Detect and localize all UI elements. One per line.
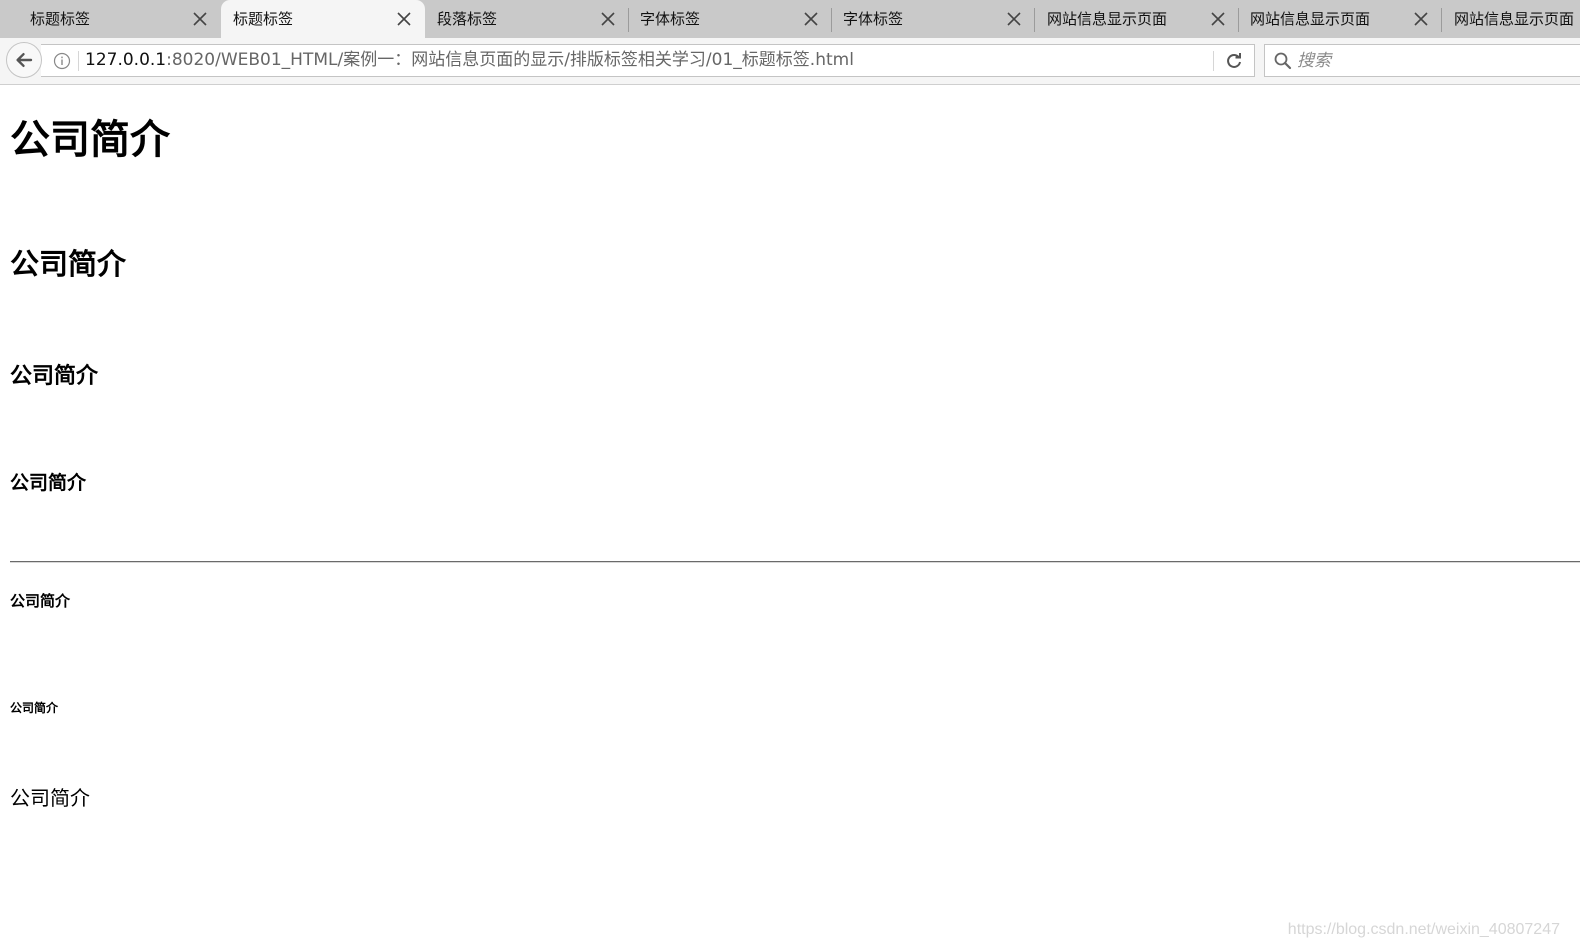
url-path: :8020/WEB01_HTML/案例一：网站信息页面的显示/排版标签相关学习/…: [166, 50, 854, 70]
tab-label: 标题标签: [233, 10, 294, 28]
plain-text: 公司简介: [10, 786, 90, 810]
tab-separator: [1441, 8, 1442, 32]
close-icon[interactable]: [1413, 11, 1429, 27]
close-icon[interactable]: [1210, 11, 1226, 27]
watermark: https://blog.csdn.net/weixin_40807247: [1287, 921, 1560, 938]
search-bar[interactable]: [1264, 44, 1580, 77]
tab-label: 网站信息显示页面: [1047, 10, 1168, 28]
tab-0[interactable]: 标题标签: [18, 0, 218, 38]
info-icon[interactable]: [53, 52, 71, 70]
heading-3: 公司简介: [10, 364, 99, 389]
back-button[interactable]: [6, 42, 42, 78]
close-icon[interactable]: [1006, 11, 1022, 27]
close-icon[interactable]: [396, 11, 412, 27]
tab-2[interactable]: 段落标签: [425, 0, 629, 38]
close-icon[interactable]: [600, 11, 616, 27]
search-input[interactable]: [1297, 45, 1577, 76]
tab-strip: 标题标签 标题标签 段落标签 字体标签 字体标签 网站信息显示页面 网站信息显示…: [0, 0, 1580, 38]
back-arrow-icon: [16, 53, 33, 67]
tab-label: 段落标签: [437, 10, 498, 28]
url-text[interactable]: 127.0.0.1:8020/WEB01_HTML/案例一：网站信息页面的显示/…: [85, 45, 854, 76]
url-bar[interactable]: 127.0.0.1:8020/WEB01_HTML/案例一：网站信息页面的显示/…: [41, 44, 1255, 77]
tab-label: 字体标签: [640, 10, 701, 28]
tab-5[interactable]: 网站信息显示页面: [1035, 0, 1239, 38]
heading-4: 公司简介: [10, 472, 87, 494]
tab-label: 标题标签: [30, 10, 91, 28]
tab-label: 网站信息显示页面: [1250, 10, 1371, 28]
heading-6: 公司简介: [10, 701, 59, 715]
tab-label: 网站信息显示页面: [1454, 10, 1575, 28]
horizontal-rule: [10, 561, 1580, 563]
nav-bar: 127.0.0.1:8020/WEB01_HTML/案例一：网站信息页面的显示/…: [0, 38, 1580, 85]
close-icon[interactable]: [803, 11, 819, 27]
tab-1-active[interactable]: 标题标签: [221, 0, 425, 38]
page-content: 公司简介 公司简介 公司简介 公司简介 公司简介 公司简介 公司简介 https…: [0, 85, 1580, 951]
heading-1: 公司简介: [10, 117, 170, 163]
close-icon[interactable]: [192, 11, 208, 27]
tab-7[interactable]: 网站信息显示页面: [1442, 0, 1580, 38]
search-icon: [1273, 51, 1293, 71]
tab-label: 字体标签: [843, 10, 904, 28]
reload-icon[interactable]: [1223, 50, 1245, 72]
reload-divider: [1213, 51, 1214, 71]
heading-5: 公司简介: [10, 592, 71, 610]
url-host: 127.0.0.1: [85, 50, 167, 70]
heading-2: 公司简介: [10, 247, 127, 281]
tab-3[interactable]: 字体标签: [628, 0, 832, 38]
tab-6[interactable]: 网站信息显示页面: [1238, 0, 1442, 38]
tab-4[interactable]: 字体标签: [831, 0, 1035, 38]
url-divider: [78, 51, 79, 71]
